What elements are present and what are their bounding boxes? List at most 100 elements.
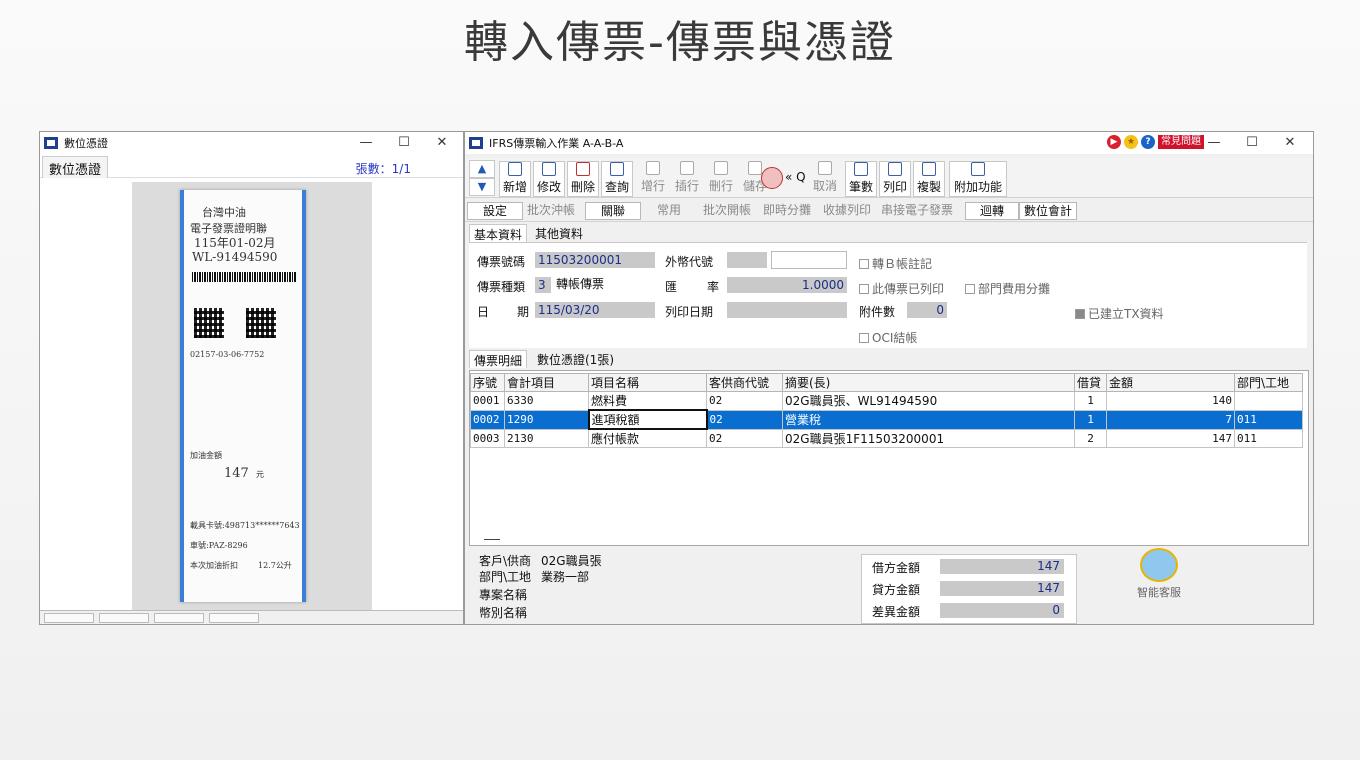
close-icon[interactable]: ✕ <box>1271 132 1309 154</box>
transfer-b-checkbox[interactable]: 轉Ｂ帳註記 <box>859 255 932 272</box>
cell-item-name[interactable]: 進項稅額 <box>587 409 708 430</box>
tab-digital-voucher[interactable]: 數位憑證(1張) <box>533 350 618 368</box>
mini-tools[interactable]: « Q <box>785 170 806 184</box>
rate-field[interactable]: 1.0000 <box>727 277 847 293</box>
star-icon[interactable]: ★ <box>1124 135 1138 149</box>
cell-summary[interactable]: 營業稅 <box>782 409 1075 430</box>
e-invoice-button[interactable]: 串接電子發票 <box>877 202 957 220</box>
receipt-print-button[interactable]: 收據列印 <box>819 202 875 220</box>
foreign-code-field[interactable] <box>727 252 767 268</box>
voucher-type-code[interactable]: 3 <box>535 277 551 293</box>
dept-split-checkbox[interactable]: 部門費用分攤 <box>965 280 1050 297</box>
voucher-no-field[interactable]: 11503200001 <box>535 252 655 268</box>
cell-dept[interactable]: 011 <box>1234 428 1303 448</box>
col-seq[interactable]: 序號 <box>470 373 505 392</box>
down-arrow-icon[interactable]: ▼ <box>469 178 495 196</box>
cell-summary[interactable]: 02G職員張1F11503200001 <box>782 428 1075 448</box>
digital-accounting-button[interactable]: 數位會計 <box>1019 202 1078 220</box>
cell-vendor[interactable]: 02 <box>706 428 783 448</box>
col-summary[interactable]: 摘要(長) <box>782 373 1075 392</box>
attach-count-field[interactable]: 0 <box>907 302 947 318</box>
batch-open-button[interactable]: 批次開帳 <box>699 202 755 220</box>
record-icon[interactable]: ▶ <box>1107 135 1121 149</box>
oci-checkbox[interactable]: OCI結帳 <box>859 329 917 346</box>
tab-voucher-detail[interactable]: 傳票明細 <box>469 350 528 368</box>
table-row-selected[interactable]: 0002 1290 進項稅額 02 營業稅 1 7 011 <box>470 409 1303 430</box>
table-row[interactable]: 0003 2130 應付帳款 02 02G職員張1F11503200001 2 … <box>470 428 1303 448</box>
edit-button[interactable]: 修改 <box>533 161 565 197</box>
cell-item-name[interactable]: 應付帳款 <box>588 428 707 448</box>
receipt-period: 115年01-02月 <box>194 236 276 250</box>
cell-dc[interactable]: 1 <box>1074 409 1107 430</box>
minimize-icon[interactable]: — <box>347 132 385 154</box>
batch-writeoff-button[interactable]: 批次沖帳 <box>523 202 579 220</box>
minimize-icon[interactable]: — <box>1195 132 1233 154</box>
col-item-name[interactable]: 項目名稱 <box>588 373 707 392</box>
cell-amount[interactable]: 7 <box>1106 409 1235 430</box>
cell-dc[interactable]: 1 <box>1074 391 1107 411</box>
date-field[interactable]: 115/03/20 <box>535 302 655 318</box>
maximize-icon[interactable]: ☐ <box>385 132 423 154</box>
col-dc[interactable]: 借貸 <box>1074 373 1107 392</box>
cell-account[interactable]: 2130 <box>504 428 589 448</box>
delete-row-button[interactable]: 刪行 <box>705 161 737 197</box>
cell-vendor[interactable]: 02 <box>706 409 783 430</box>
delete-button[interactable]: 刪除 <box>567 161 599 197</box>
customer-value: 02G職員張 <box>541 554 602 568</box>
col-amount[interactable]: 金額 <box>1106 373 1235 392</box>
up-arrow-icon[interactable]: ▲ <box>469 160 495 178</box>
add-button[interactable]: 新增 <box>499 161 531 197</box>
date-label-1: 日 <box>477 305 490 319</box>
print-date-field[interactable] <box>727 302 847 318</box>
cancel-button[interactable]: 取消 <box>809 161 841 197</box>
receipt-amount: 147 <box>224 466 249 481</box>
assistant-avatar-icon[interactable] <box>761 167 783 189</box>
addon-button[interactable]: 附加功能 <box>949 161 1007 197</box>
tab-basic-info[interactable]: 基本資料 <box>469 224 528 242</box>
cell-amount[interactable]: 147 <box>1106 428 1235 448</box>
foreign-name-field[interactable] <box>771 251 847 269</box>
smart-service-button[interactable]: 智能客服 <box>1129 548 1189 600</box>
printed-checkbox[interactable]: 此傳票已列印 <box>859 280 944 297</box>
table-row[interactable]: 0001 6330 燃料費 02 02G職員張、WL91494590 1 140 <box>470 391 1303 411</box>
checkbox-box <box>859 284 869 294</box>
cell-amount[interactable]: 140 <box>1106 391 1235 411</box>
common-button[interactable]: 常用 <box>653 202 685 220</box>
tx-checkbox[interactable]: 已建立TX資料 <box>1075 305 1164 322</box>
insert-row-button[interactable]: 插行 <box>671 161 703 197</box>
copy-button[interactable]: 複製 <box>913 161 945 197</box>
count-button[interactable]: 筆數 <box>845 161 877 197</box>
link-button[interactable]: 關聯 <box>585 202 641 220</box>
col-account[interactable]: 會計項目 <box>504 373 589 392</box>
cell-seq[interactable]: 0001 <box>470 391 505 411</box>
tab-digital-voucher[interactable]: 數位憑證 <box>42 156 109 178</box>
receipt-currency: 元 <box>256 470 264 479</box>
app-icon <box>44 137 58 149</box>
col-dept[interactable]: 部門\工地 <box>1234 373 1303 392</box>
add-row-button[interactable]: 增行 <box>637 161 669 197</box>
reverse-button[interactable]: 迴轉 <box>965 202 1019 220</box>
delete-label: 刪除 <box>570 180 595 194</box>
maximize-icon[interactable]: ☐ <box>1233 132 1271 154</box>
instant-split-button[interactable]: 即時分攤 <box>759 202 815 220</box>
col-vendor[interactable]: 客供商代號 <box>706 373 783 392</box>
cell-dc[interactable]: 2 <box>1074 428 1107 448</box>
header-icons: ▶ ★ ? 常見問題 <box>1107 135 1204 149</box>
query-button[interactable]: 查詢 <box>601 161 633 197</box>
cell-summary[interactable]: 02G職員張、WL91494590 <box>782 391 1075 411</box>
help-icon[interactable]: ? <box>1141 135 1155 149</box>
cell-vendor[interactable]: 02 <box>706 391 783 411</box>
cell-account[interactable]: 1290 <box>504 409 589 430</box>
status-cell <box>154 613 204 623</box>
tab-other-info[interactable]: 其他資料 <box>531 224 587 242</box>
cell-seq[interactable]: 0002 <box>470 409 505 430</box>
cell-account[interactable]: 6330 <box>504 391 589 411</box>
print-button[interactable]: 列印 <box>879 161 911 197</box>
title-bar: IFRS傳票輸入作業 A-A-B-A ▶ ★ ? 常見問題 — ☐ ✕ <box>465 132 1313 154</box>
cell-seq[interactable]: 0003 <box>470 428 505 448</box>
cell-dept[interactable]: 011 <box>1234 409 1303 430</box>
cell-item-name[interactable]: 燃料費 <box>588 391 707 411</box>
close-icon[interactable]: ✕ <box>423 132 461 154</box>
cell-dept[interactable] <box>1234 391 1303 411</box>
settings-button[interactable]: 設定 <box>467 202 523 220</box>
